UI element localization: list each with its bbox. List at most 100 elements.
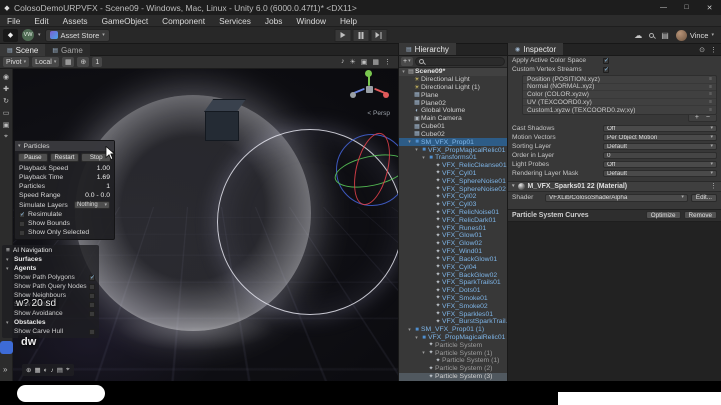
menu-item[interactable]: Services [212, 16, 258, 26]
hierarchy-row[interactable]: Directional Light (1) [399, 84, 507, 92]
view-overlay-icon[interactable]: ♪ [51, 367, 54, 374]
property-value-dropdown[interactable]: Off ▾ [603, 124, 717, 133]
hierarchy-row[interactable]: ▾ Particle System (1) [399, 349, 507, 357]
property-value-dropdown[interactable]: 0 ▾ [603, 151, 717, 160]
property-value-dropdown[interactable]: Off ▾ [603, 160, 717, 169]
ai-nav-row[interactable]: Show Path Polygons [2, 273, 99, 282]
property-value-dropdown[interactable]: Default ▾ [603, 142, 717, 151]
stat-row[interactable]: Playback Time 1.69 [15, 173, 114, 182]
menu-item[interactable]: Component [155, 16, 212, 26]
menu-item[interactable]: File [0, 16, 27, 26]
hierarchy-row[interactable]: VFX_SparkTrails01 [399, 279, 507, 287]
orientation-gizmo[interactable] [350, 70, 389, 108]
drag-handle-icon[interactable]: ≡ [709, 76, 712, 82]
tab-hierarchy[interactable]: ▤ Hierarchy [399, 43, 456, 55]
scene-toolbar-icon[interactable]: ▦ [372, 58, 379, 66]
view-overlay-icon[interactable]: ▤ [57, 366, 63, 374]
drag-handle-icon[interactable]: ≡ [709, 91, 712, 97]
hierarchy-row[interactable]: VFX_Smoke02 [399, 302, 507, 310]
minimize-button[interactable]: — [652, 0, 675, 15]
curves-editor-area[interactable] [508, 221, 721, 381]
menu-item[interactable]: GameObject [95, 16, 156, 26]
checkbox[interactable] [19, 220, 25, 227]
material-header[interactable]: ▾ M_VFX_Sparks01 22 (Material) ⋮ [508, 180, 721, 192]
hierarchy-row[interactable]: VFX_Smoke01 [399, 295, 507, 303]
unity-hub-button[interactable]: ◆ [3, 28, 18, 42]
hierarchy-row[interactable]: ▾ SM_VFX_Prop01 (1) [399, 326, 507, 334]
foldout-arrow[interactable]: ▾ [420, 350, 427, 356]
lock-icon[interactable]: ⊙ [699, 46, 705, 54]
panel-tab[interactable]: ▤ Game [45, 44, 90, 56]
stat-row[interactable]: Playback Speed 1.00 [15, 164, 114, 173]
foldout-arrow[interactable]: ▾ [413, 335, 420, 341]
hierarchy-row[interactable]: Directional Light [399, 76, 507, 84]
foldout-arrow[interactable]: ▾ [413, 147, 420, 153]
drag-handle-icon[interactable]: ≡ [709, 84, 712, 90]
add-stream-button[interactable]: + [695, 114, 699, 121]
checkbox[interactable] [89, 328, 95, 335]
checkbox[interactable] [89, 283, 95, 290]
hierarchy-row[interactable]: Main Camera [399, 115, 507, 123]
checkbox[interactable] [89, 292, 95, 299]
asset-store-button[interactable]: Asset Store ▾ [44, 28, 110, 42]
layers-icon[interactable]: ▤ [661, 31, 669, 40]
ai-navigation-header[interactable]: ≡ AI Navigation [2, 246, 99, 255]
tool-button[interactable]: ▭ [1, 107, 12, 118]
ai-nav-row[interactable]: ▾ Agents [2, 264, 99, 273]
hierarchy-row[interactable]: VFX_Wind01 [399, 248, 507, 256]
hierarchy-row[interactable]: Particle System (1) [399, 357, 507, 365]
view-overlay-icon[interactable]: ▦ [34, 366, 40, 374]
axis-center-cube[interactable] [366, 86, 373, 93]
account-button[interactable]: Vince ▾ [675, 29, 714, 41]
menu-item[interactable]: Edit [27, 16, 55, 26]
particles-overlay-header[interactable]: ▾ Particles [15, 141, 114, 151]
hierarchy-row[interactable]: VFX_Cyl03 [399, 201, 507, 209]
snap-increment-icon[interactable]: ⊕ [77, 57, 90, 67]
ai-nav-row[interactable]: ▾ Obstacles [2, 318, 99, 327]
step-button[interactable] [370, 28, 387, 42]
pivot-dropdown[interactable]: Pivot ▾ [3, 57, 30, 67]
chevron-down-icon[interactable]: ▾ [38, 32, 41, 38]
hierarchy-row[interactable]: VFX_RelicNoise01 [399, 209, 507, 217]
hierarchy-row[interactable]: VFX_Cyl02 [399, 193, 507, 201]
hierarchy-row[interactable]: VFX_BackGlow02 [399, 271, 507, 279]
view-overlay-icon[interactable]: ⊕ [26, 366, 31, 374]
hierarchy-row[interactable]: Global Volume [399, 107, 507, 115]
hierarchy-row[interactable]: VFX_BackGlow01 [399, 256, 507, 264]
foldout-arrow[interactable]: ▾ [400, 69, 407, 75]
simulate-layers-dropdown[interactable]: Nothing ▾ [74, 201, 110, 209]
tool-button[interactable]: ✚ [1, 83, 12, 94]
toggle-row[interactable]: Apply Active Color Space [508, 56, 721, 65]
hierarchy-row[interactable]: Cube01 [399, 123, 507, 131]
axis-z-cone[interactable] [350, 92, 356, 98]
hierarchy-row[interactable]: Cube02 [399, 131, 507, 139]
scene-toolbar-icon[interactable]: ♪ [341, 58, 345, 66]
view-overlay-icon[interactable]: ◐ [44, 367, 48, 374]
rotation-gizmo[interactable] [331, 129, 398, 209]
hierarchy-row[interactable]: ▾ Transforms01 [399, 154, 507, 162]
hierarchy-row[interactable]: Plane02 [399, 99, 507, 107]
property-value-dropdown[interactable]: Per Object Motion ▾ [603, 133, 717, 142]
checkbox[interactable] [19, 211, 25, 218]
menu-icon[interactable]: ⋮ [710, 46, 717, 54]
hierarchy-row[interactable]: Plane [399, 91, 507, 99]
ai-nav-row[interactable]: Show Carve Hull [2, 327, 99, 336]
maximize-button[interactable]: □ [675, 0, 698, 15]
hierarchy-row[interactable]: VFX_RelicCleanse01 [399, 162, 507, 170]
tab-inspector[interactable]: ◉ Inspector [508, 43, 564, 55]
checkbox[interactable] [603, 66, 609, 73]
property-value-dropdown[interactable]: Default ▾ [603, 169, 717, 178]
hierarchy-search-input[interactable] [414, 57, 505, 66]
hierarchy-row[interactable]: VFX_Cyl04 [399, 263, 507, 271]
hierarchy-row[interactable]: ▾ Scene09* [399, 68, 507, 76]
scene-toolbar-icon[interactable]: ☀ [349, 58, 355, 66]
overlay-option[interactable]: Show Bounds [15, 219, 114, 228]
search-icon[interactable] [649, 32, 655, 38]
checkbox[interactable] [89, 274, 95, 281]
menu-icon[interactable]: ⋮ [710, 182, 717, 190]
panel-tab[interactable]: ▤ Scene [0, 44, 46, 56]
foldout-arrow[interactable]: ▾ [406, 139, 413, 145]
checkbox[interactable] [603, 57, 609, 64]
hierarchy-row[interactable]: VFX_SphereNoise01 [399, 177, 507, 185]
hierarchy-row[interactable]: VFX_Cyl01 [399, 170, 507, 178]
